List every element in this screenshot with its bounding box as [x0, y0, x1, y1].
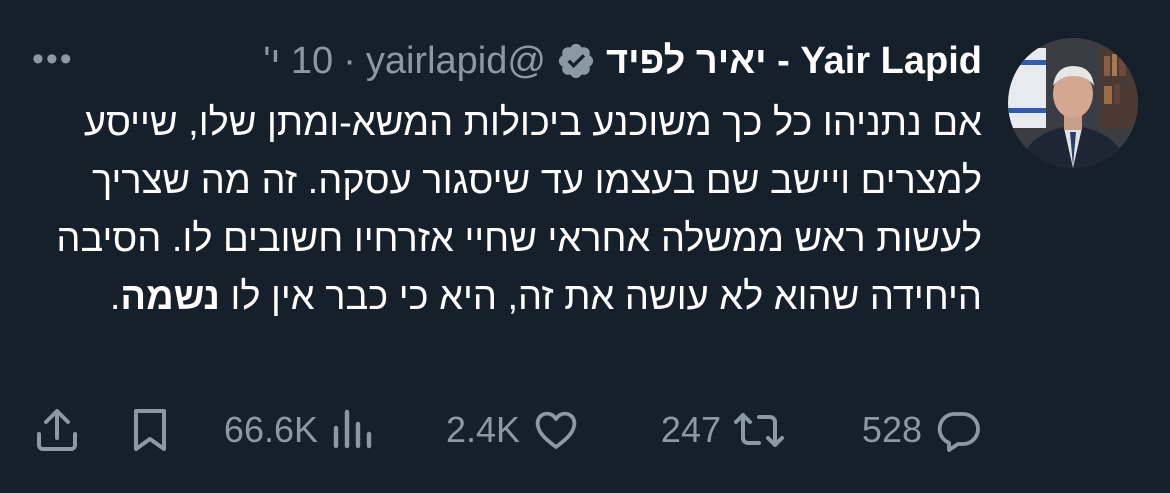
like-count: 2.4K	[445, 409, 520, 450]
repost-count: 247	[660, 409, 721, 450]
bookmark-icon	[128, 406, 172, 454]
repost-icon	[733, 406, 785, 454]
author-name[interactable]: Yair Lapid - יאיר לפיד	[606, 40, 982, 83]
bookmark-button[interactable]	[128, 398, 172, 462]
more-options-icon[interactable]: •••	[32, 42, 74, 76]
share-icon	[34, 406, 80, 454]
views-icon	[330, 406, 374, 454]
tweet-time[interactable]: 10 י'	[263, 40, 333, 83]
tweet-header: Yair Lapid - יאיר לפיד @yairlapid · 10 י…	[263, 36, 982, 86]
separator-dot: ·	[343, 39, 356, 82]
views-button[interactable]: 66.6K	[224, 398, 374, 462]
reply-button[interactable]: 528	[862, 398, 982, 462]
repost-button[interactable]: 247	[661, 398, 785, 462]
share-button[interactable]	[34, 398, 80, 462]
like-button[interactable]: 2.4K	[446, 398, 580, 462]
tweet-text: אם נתניהו כל כך משוכנע ביכולות המשא-ומתן…	[30, 94, 982, 326]
heart-icon	[532, 406, 580, 454]
views-count: 66.6K	[223, 409, 318, 450]
tweet-text-end: .	[109, 276, 121, 318]
reply-count: 528	[861, 409, 922, 450]
avatar[interactable]	[1008, 38, 1138, 168]
author-handle[interactable]: @yairlapid	[366, 40, 546, 83]
verified-badge-icon[interactable]	[556, 41, 596, 81]
tweet-actions: 528 247 2.4K 66.6K	[0, 398, 1170, 462]
tweet-text-bold: נשמה	[120, 276, 220, 318]
avatar-image	[1008, 38, 1138, 168]
tweet[interactable]: Yair Lapid - יאיר לפיד @yairlapid · 10 י…	[0, 0, 1170, 493]
reply-icon	[934, 406, 982, 454]
